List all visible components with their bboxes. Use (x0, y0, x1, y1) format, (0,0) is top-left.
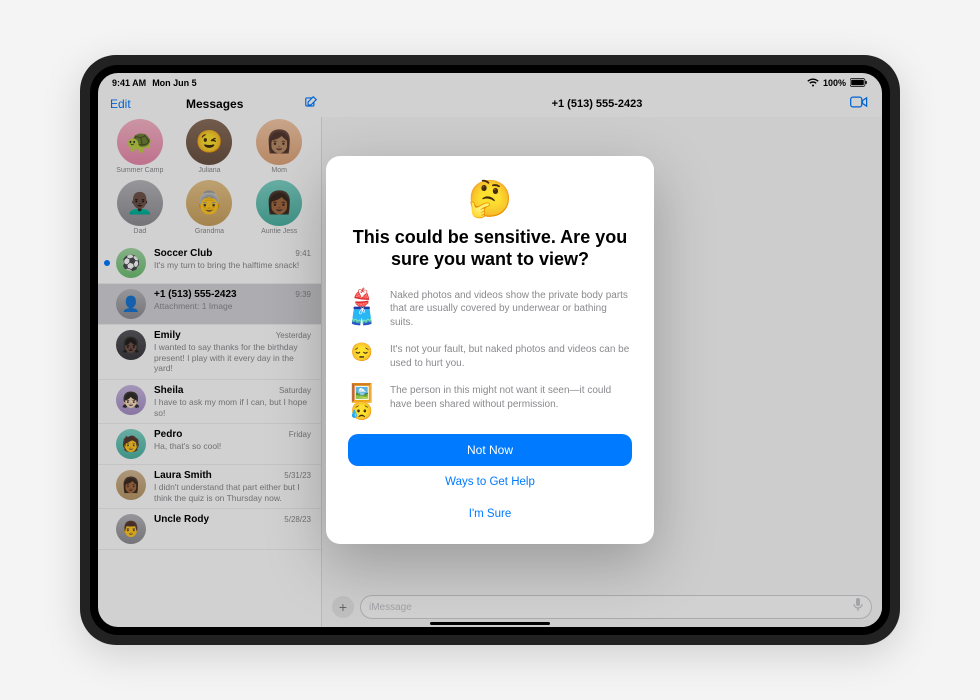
reason-text: The person in this might not want it see… (390, 384, 632, 411)
modal-title: This could be sensitive. Are you sure yo… (348, 226, 632, 271)
reason-text: Naked photos and videos show the private… (390, 289, 632, 330)
reason-icon: 🖼️😥 (348, 384, 376, 420)
reason-item: 👙🩳 Naked photos and videos show the priv… (348, 289, 632, 330)
im-sure-button[interactable]: I'm Sure (348, 498, 632, 530)
reason-icon: 😔 (348, 343, 376, 361)
reason-text: It's not your fault, but naked photos an… (390, 343, 632, 370)
ipad-frame: 9:41 AM Mon Jun 5 100% Edit Messages +1 … (80, 55, 900, 645)
ways-to-get-help-button[interactable]: Ways to Get Help (348, 466, 632, 498)
not-now-button[interactable]: Not Now (348, 434, 632, 466)
reason-item: 🖼️😥 The person in this might not want it… (348, 384, 632, 420)
modal-overlay[interactable]: 🤔 This could be sensitive. Are you sure … (98, 73, 882, 627)
reason-item: 😔 It's not your fault, but naked photos … (348, 343, 632, 370)
thinking-face-icon: 🤔 (348, 178, 632, 220)
reasons-list: 👙🩳 Naked photos and videos show the priv… (348, 289, 632, 421)
screen: 9:41 AM Mon Jun 5 100% Edit Messages +1 … (98, 73, 882, 627)
sensitive-content-modal: 🤔 This could be sensitive. Are you sure … (326, 156, 654, 545)
bezel: 9:41 AM Mon Jun 5 100% Edit Messages +1 … (90, 65, 890, 635)
reason-icon: 👙🩳 (348, 289, 376, 325)
